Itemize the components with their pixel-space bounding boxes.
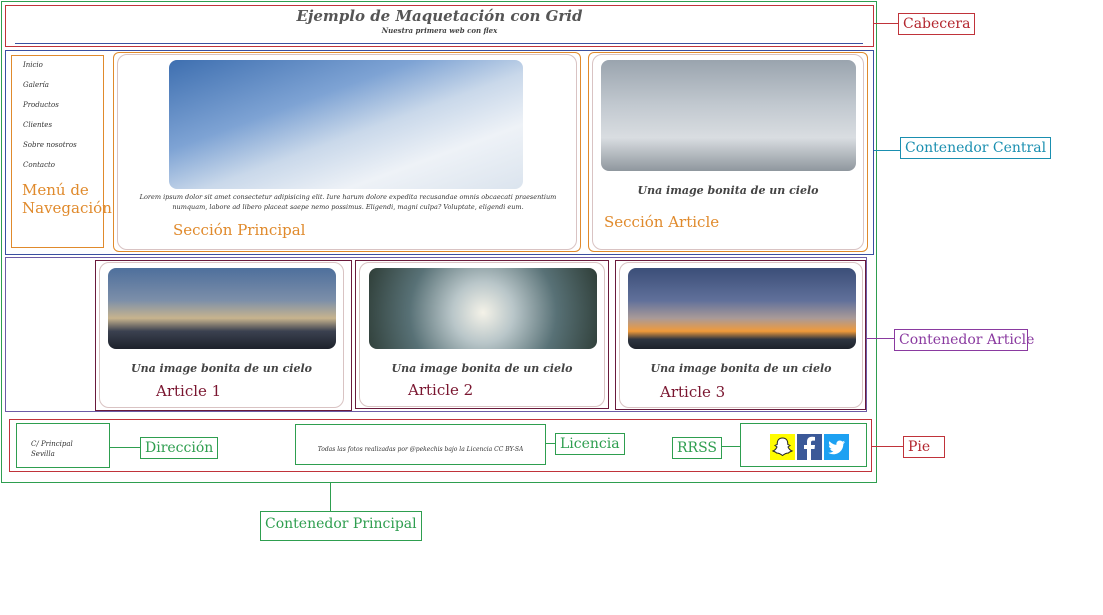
article-2-image [369,268,597,349]
snapchat-icon[interactable] [770,434,795,460]
article-1-label: Article 1 [156,382,222,400]
central-annotation: Contenedor Central [900,137,1052,159]
nav-item-contacto[interactable]: Contacto [23,161,55,169]
header-divider [15,43,863,44]
nav-label: Menú de Navegación [22,181,112,217]
article-container-connector [867,338,895,339]
nav-item-galeria[interactable]: Galería [23,81,49,89]
nav-item-productos[interactable]: Productos [23,101,59,109]
license-text: Todas las fotos realizadas por @pekechis… [317,446,524,453]
article-2-label: Article 2 [408,381,474,399]
nav-menu: Inicio Galería Productos Clientes Sobre … [11,55,112,248]
address-line-2: Sevilla [31,450,55,458]
article-3-image [628,268,856,349]
article-3-card: Una image bonita de un cielo Article 3 [619,262,863,408]
pie-annotation: Pie [903,436,945,458]
article-2-card: Una image bonita de un cielo Article 2 [359,262,605,407]
article-2-caption: Una image bonita de un cielo [391,362,573,375]
footer-license: Todas las fotos realizadas por @pekechis… [295,424,546,465]
article-1-image [108,268,336,349]
cabecera-annotation: Cabecera [898,13,976,35]
rrss-label: RRSS [672,437,723,459]
page-subtitle: Nuestra primera web con flex [381,26,498,35]
address-connector [110,447,140,448]
central-connector [874,150,901,151]
article-1-card: Una image bonita de un cielo Article 1 [99,262,344,408]
article-3-caption: Una image bonita de un cielo [650,362,832,375]
license-label: Licencia [555,433,625,455]
nav-item-inicio[interactable]: Inicio [23,61,43,69]
main-section-label: Sección Principal [173,221,306,239]
article-3-label: Article 3 [660,383,726,401]
article-1-caption: Una image bonita de un cielo [131,362,312,375]
header: Ejemplo de Maquetación con Grid Nuestra … [5,5,874,47]
pie-connector [872,446,904,447]
main-section-image [169,60,523,189]
principal-annotation: Contenedor Principal [260,511,422,541]
article-section-caption: Una image bonita de un cielo [637,184,819,197]
article-section-card: Una image bonita de un cielo Sección Art… [592,54,864,250]
footer-address: C/ Principal Sevilla [16,423,110,468]
cabecera-connector [874,23,898,24]
footer-rrss [740,423,867,467]
article-container-annotation: Contenedor Article [894,329,1034,351]
nav-item-sobre-nosotros[interactable]: Sobre nosotros [23,141,77,149]
principal-connector [330,483,331,512]
twitter-icon[interactable] [824,434,849,460]
facebook-icon[interactable] [797,434,822,460]
address-label: Dirección [140,437,219,459]
article-section-image [601,60,856,171]
address-line-1: C/ Principal [31,440,73,448]
article-section-label: Sección Article [604,213,720,231]
nav-item-clientes[interactable]: Clientes [23,121,52,129]
main-section-text: Lorem ipsum dolor sit amet consectetur a… [139,193,557,211]
page-title: Ejemplo de Maquetación con Grid [296,7,583,25]
main-section-card: Lorem ipsum dolor sit amet consectetur a… [117,54,577,250]
